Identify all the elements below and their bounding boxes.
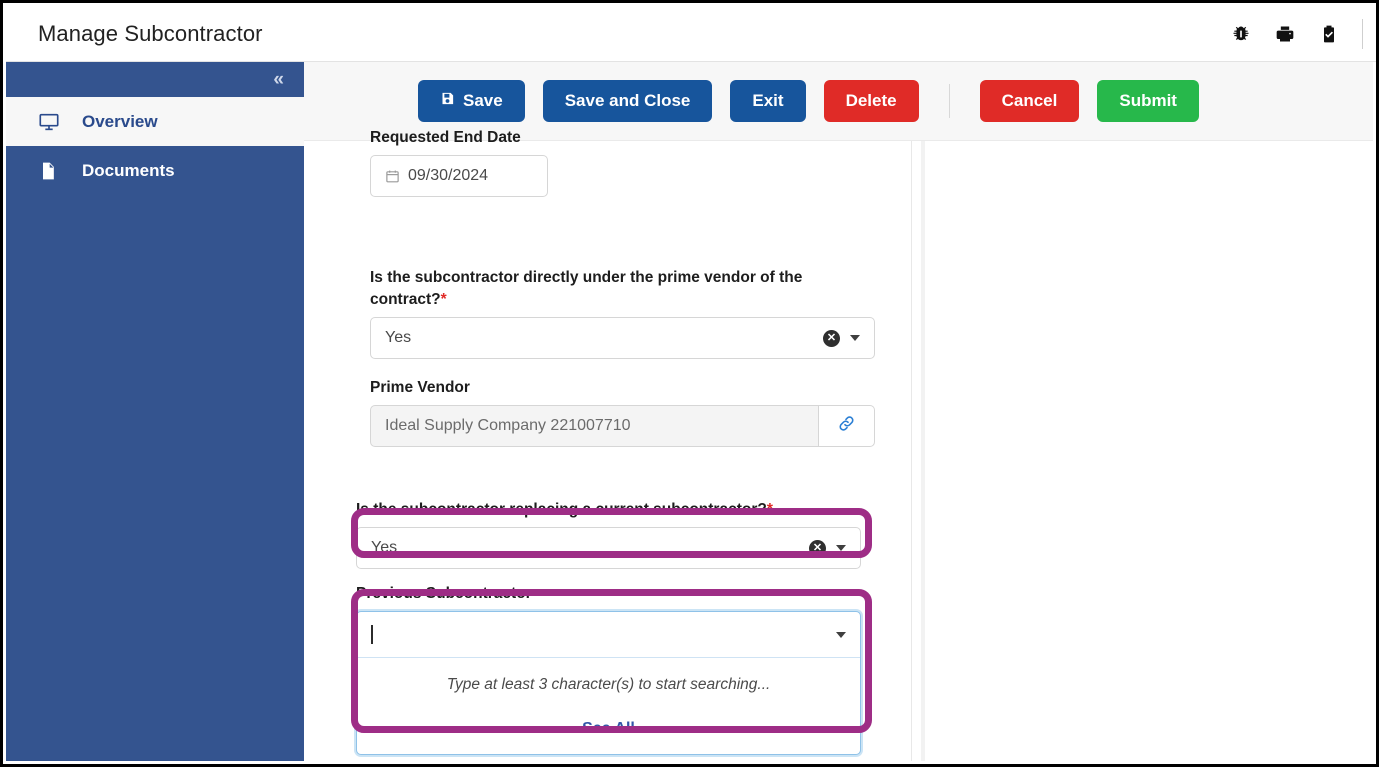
clear-icon[interactable]: ✕ <box>823 330 840 347</box>
replacing-current-value: Yes <box>371 539 397 557</box>
sidebar-collapse-icon[interactable]: « <box>273 70 304 89</box>
save-button[interactable]: Save <box>418 80 525 122</box>
sidebar-item-documents[interactable]: Documents <box>6 146 304 195</box>
window-edge-divider <box>1362 19 1369 49</box>
toolbar-divider <box>949 84 950 118</box>
document-icon <box>38 160 64 182</box>
previous-subcontractor-dropdown-panel: Type at least 3 character(s) to start se… <box>357 658 860 754</box>
title-bar: Manage Subcontractor <box>6 6 1379 62</box>
direct-under-prime-label: Is the subcontractor directly under the … <box>370 267 870 311</box>
required-asterisk: * <box>767 501 773 518</box>
sidebar-item-label: Documents <box>82 161 175 181</box>
bug-icon[interactable] <box>1230 23 1252 45</box>
search-hint-text: Type at least 3 character(s) to start se… <box>357 676 860 694</box>
requested-end-date-value: 09/30/2024 <box>408 167 488 185</box>
field-previous-subcontractor: Previous Subcontractor Type at least 3 c… <box>304 583 911 755</box>
previous-subcontractor-label: Previous Subcontractor <box>356 583 856 605</box>
app-window: Manage Subcontractor « <box>0 0 1379 767</box>
cancel-button[interactable]: Cancel <box>980 80 1080 122</box>
prime-vendor-link-button[interactable] <box>819 405 875 447</box>
title-bar-icons <box>1230 19 1379 49</box>
chevron-down-icon[interactable] <box>850 335 860 341</box>
panel-divider <box>921 141 925 761</box>
save-and-close-button[interactable]: Save and Close <box>543 80 713 122</box>
field-direct-under-prime: Is the subcontractor directly under the … <box>304 267 911 359</box>
chevron-down-icon[interactable] <box>836 545 846 551</box>
clipboard-check-icon[interactable] <box>1318 23 1340 45</box>
direct-under-prime-label-text: Is the subcontractor directly under the … <box>370 269 802 308</box>
replacing-current-label: Is the subcontractor replacing a current… <box>356 499 856 521</box>
replacing-current-label-text: Is the subcontractor replacing a current… <box>356 501 767 518</box>
sidebar-item-label: Overview <box>82 112 158 132</box>
required-asterisk: * <box>441 291 447 308</box>
save-button-label: Save <box>463 91 503 111</box>
previous-subcontractor-combobox[interactable]: Type at least 3 character(s) to start se… <box>356 611 861 755</box>
delete-button[interactable]: Delete <box>824 80 919 122</box>
requested-end-date-label: Requested End Date <box>370 127 870 149</box>
prime-vendor-value: Ideal Supply Company 221007710 <box>385 417 631 435</box>
sidebar: « Overview Documents <box>6 62 304 761</box>
printer-icon[interactable] <box>1274 23 1296 45</box>
field-requested-end-date: Requested End Date 09/30/2024 <box>304 127 911 197</box>
text-cursor <box>371 625 373 644</box>
sidebar-item-overview[interactable]: Overview <box>6 97 304 146</box>
prime-vendor-label: Prime Vendor <box>370 377 870 399</box>
direct-under-prime-select[interactable]: Yes ✕ <box>370 317 875 359</box>
field-replacing-current: Is the subcontractor replacing a current… <box>304 499 911 569</box>
direct-under-prime-value: Yes <box>385 329 411 347</box>
monitor-icon <box>38 111 64 133</box>
replacing-current-select[interactable]: Yes ✕ <box>356 527 861 569</box>
link-icon <box>837 414 856 438</box>
prime-vendor-input[interactable]: Ideal Supply Company 221007710 <box>370 405 819 447</box>
field-prime-vendor: Prime Vendor Ideal Supply Company 221007… <box>304 377 911 447</box>
exit-button[interactable]: Exit <box>730 80 805 122</box>
requested-end-date-input[interactable]: 09/30/2024 <box>370 155 548 197</box>
form-scroll-region[interactable]: Requested End Date 09/30/2024 <box>304 141 1373 761</box>
calendar-icon <box>385 169 400 184</box>
page-title: Manage Subcontractor <box>38 21 263 47</box>
save-icon <box>440 91 455 111</box>
chevron-down-icon[interactable] <box>836 632 846 638</box>
see-all-link[interactable]: See All <box>582 720 635 738</box>
form-panel: Requested End Date 09/30/2024 <box>304 141 912 761</box>
sidebar-header: « <box>6 62 304 97</box>
previous-subcontractor-input[interactable] <box>357 612 860 658</box>
submit-button[interactable]: Submit <box>1097 80 1199 122</box>
content-area: Save Save and Close Exit Delete Cancel S… <box>304 62 1373 761</box>
clear-icon[interactable]: ✕ <box>809 540 826 557</box>
